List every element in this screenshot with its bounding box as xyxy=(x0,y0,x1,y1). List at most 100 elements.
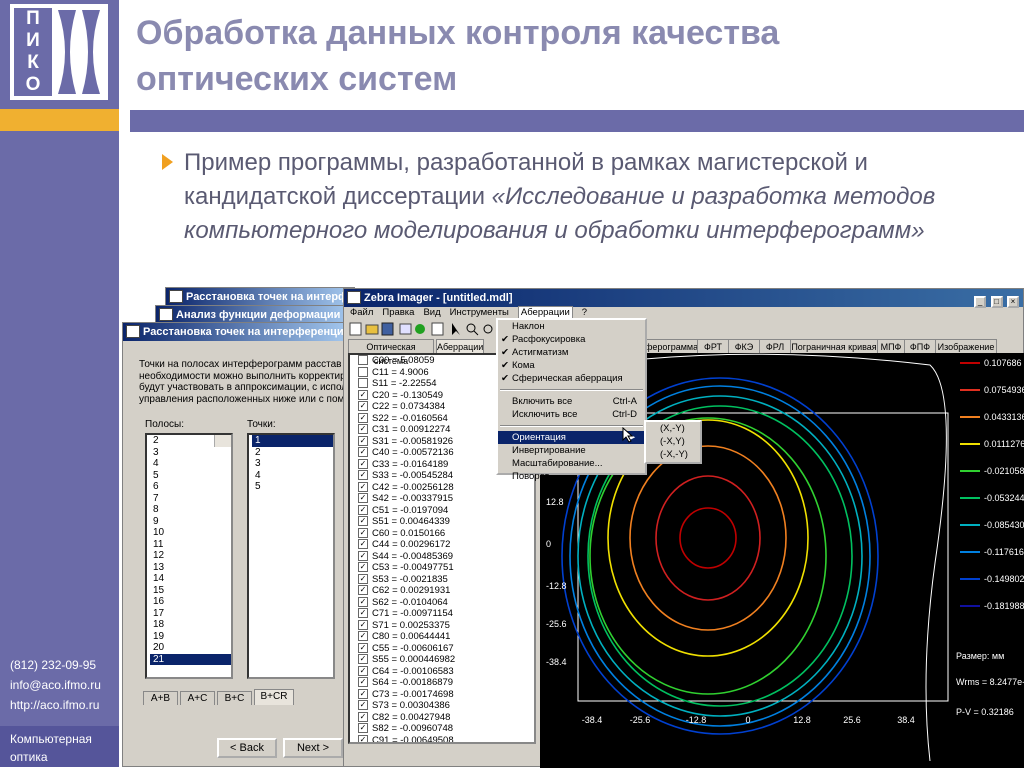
coefficient-checkbox[interactable]: ✓ xyxy=(358,688,368,699)
coefficient-row[interactable]: ✓ C91 = -0.00649508 xyxy=(353,735,534,742)
menu-3[interactable]: Инструменты xyxy=(450,307,509,318)
stripes-listbox[interactable]: 2 3 4 5 6 7 8 9 10 11 12 13 14 15 16 17 18 19 20 21 xyxy=(145,433,233,679)
coefficient-row[interactable]: ✓ C60 = 0.0150166 xyxy=(353,528,534,540)
stripes-scrollbar[interactable] xyxy=(214,435,231,447)
menu-5[interactable]: ? xyxy=(582,307,587,318)
menu-0[interactable]: Файл xyxy=(350,307,373,318)
plot-tab[interactable]: ФРТ xyxy=(697,339,729,354)
coefficient-checkbox[interactable]: ✓ xyxy=(358,573,368,584)
menu-enable-all[interactable]: Включить все Ctrl-A xyxy=(498,395,645,408)
coefficient-checkbox[interactable]: ✓ xyxy=(358,608,368,619)
stripe-item[interactable]: 19 xyxy=(150,631,231,643)
menu-aberration-item[interactable]: ✔ Кома xyxy=(498,359,645,372)
wizard-tab[interactable]: B+CR xyxy=(254,689,294,705)
coefficient-row[interactable]: ✓ S82 = -0.00960748 xyxy=(353,723,534,735)
left-panel-tab[interactable]: Оптическая система xyxy=(348,339,434,366)
coefficient-row[interactable]: ✓ S73 = 0.00304386 xyxy=(353,700,534,712)
stripe-item[interactable]: 13 xyxy=(150,562,231,574)
menu-inversion[interactable]: Инвертирование xyxy=(498,444,645,457)
menu-disable-all[interactable]: Исключить все Ctrl-D xyxy=(498,408,645,421)
coefficient-row[interactable]: ✓ C82 = 0.00427948 xyxy=(353,712,534,724)
coefficient-row[interactable]: ✓ S51 = 0.00464339 xyxy=(353,516,534,528)
maximize-icon[interactable]: □ xyxy=(990,296,1003,308)
coefficient-checkbox[interactable]: ✓ xyxy=(358,458,368,469)
point-item[interactable]: 4 xyxy=(252,470,333,482)
stripe-item[interactable]: 8 xyxy=(150,504,231,516)
coefficient-row[interactable]: ✓ C51 = -0.0197094 xyxy=(353,505,534,517)
stripe-item[interactable]: 11 xyxy=(150,539,231,551)
menu-aberration-item[interactable]: ✔ Астигматизм xyxy=(498,346,645,359)
wizard-tab[interactable]: A+C xyxy=(180,691,215,705)
coefficient-row[interactable]: ✓ C55 = -0.00606167 xyxy=(353,643,534,655)
stripe-item[interactable]: 3 xyxy=(150,447,231,459)
coefficient-checkbox[interactable]: ✓ xyxy=(358,504,368,515)
point-item[interactable]: 2 xyxy=(252,447,333,459)
orientation-option[interactable]: (-X,Y) xyxy=(646,435,700,448)
coefficient-checkbox[interactable] xyxy=(358,355,368,366)
contact-url[interactable]: http://aco.ifmo.ru xyxy=(10,695,101,715)
coefficient-checkbox[interactable]: ✓ xyxy=(358,550,368,561)
menu-aberration-item[interactable]: ✔ Расфокусировка xyxy=(498,333,645,346)
coefficient-row[interactable]: ✓ C64 = -0.00106583 xyxy=(353,666,534,678)
wizard-tab[interactable]: A+B xyxy=(143,691,178,705)
stripe-item[interactable]: 20 xyxy=(150,642,231,654)
coefficient-checkbox[interactable]: ✓ xyxy=(358,539,368,550)
coefficient-checkbox[interactable]: ✓ xyxy=(358,700,368,711)
contact-email[interactable]: info@aco.ifmo.ru xyxy=(10,675,101,695)
plot-tab[interactable]: ФКЭ xyxy=(728,339,760,354)
zebra-title[interactable]: Zebra Imager - [untitled.mdl] xyxy=(344,289,1023,307)
orientation-option[interactable]: (X,-Y) xyxy=(646,422,700,435)
coefficient-row[interactable]: ✓ C53 = -0.00497751 xyxy=(353,562,534,574)
stripe-item[interactable]: 4 xyxy=(150,458,231,470)
coefficient-checkbox[interactable] xyxy=(358,378,368,389)
coefficient-checkbox[interactable]: ✓ xyxy=(358,723,368,734)
coefficient-checkbox[interactable]: ✓ xyxy=(358,424,368,435)
point-item[interactable]: 3 xyxy=(252,458,333,470)
coefficient-checkbox[interactable]: ✓ xyxy=(358,447,368,458)
coefficient-checkbox[interactable]: ✓ xyxy=(358,711,368,722)
next-button[interactable]: Next > xyxy=(283,738,343,758)
coefficient-checkbox[interactable]: ✓ xyxy=(358,493,368,504)
menu-aberration-item[interactable]: Наклон xyxy=(498,320,645,333)
coefficient-row[interactable]: ✓ S55 = 0.000446982 xyxy=(353,654,534,666)
left-panel-tab[interactable]: Аберрации xyxy=(436,339,484,353)
menu-scaling[interactable]: Масштабирование... xyxy=(498,457,645,470)
coefficient-checkbox[interactable]: ✓ xyxy=(358,470,368,481)
plot-tab[interactable]: МПФ xyxy=(877,339,905,354)
coefficient-checkbox[interactable]: ✓ xyxy=(358,585,368,596)
coefficient-row[interactable]: ✓ S42 = -0.00337915 xyxy=(353,493,534,505)
coefficient-row[interactable]: ✓ S62 = -0.0104064 xyxy=(353,597,534,609)
stripe-item[interactable]: 21 xyxy=(150,653,231,665)
stripe-item[interactable]: 10 xyxy=(150,527,231,539)
coefficient-checkbox[interactable]: ✓ xyxy=(358,619,368,630)
coefficient-row[interactable]: ✓ C44 = 0.00296172 xyxy=(353,539,534,551)
stripe-item[interactable]: 6 xyxy=(150,481,231,493)
coefficient-checkbox[interactable]: ✓ xyxy=(358,677,368,688)
wizard-tab[interactable]: B+C xyxy=(217,691,252,705)
plot-tab[interactable]: Изображение xyxy=(935,339,997,354)
point-item[interactable]: 1 xyxy=(252,435,333,447)
stripe-item[interactable]: 15 xyxy=(150,585,231,597)
coefficient-row[interactable]: ✓ C62 = 0.00291931 xyxy=(353,585,534,597)
coefficient-checkbox[interactable]: ✓ xyxy=(358,435,368,446)
coefficient-checkbox[interactable]: ✓ xyxy=(358,401,368,412)
menu-2[interactable]: Вид xyxy=(423,307,440,318)
close-icon[interactable]: × xyxy=(1007,296,1019,308)
coefficient-checkbox[interactable] xyxy=(358,366,368,377)
coefficient-checkbox[interactable]: ✓ xyxy=(358,562,368,573)
coefficient-checkbox[interactable]: ✓ xyxy=(358,516,368,527)
coefficient-row[interactable]: ✓ C73 = -0.00174698 xyxy=(353,689,534,701)
stripe-item[interactable]: 14 xyxy=(150,573,231,585)
stripe-item[interactable]: 7 xyxy=(150,493,231,505)
coefficient-checkbox[interactable]: ✓ xyxy=(358,412,368,423)
coefficient-checkbox[interactable]: ✓ xyxy=(358,665,368,676)
coefficient-checkbox[interactable]: ✓ xyxy=(358,654,368,665)
stripe-item[interactable]: 5 xyxy=(150,470,231,482)
menu-1[interactable]: Правка xyxy=(382,307,414,318)
coefficient-checkbox[interactable]: ✓ xyxy=(358,596,368,607)
orientation-option[interactable]: (-X,-Y) xyxy=(646,448,700,461)
plot-tab[interactable]: ФРЛ xyxy=(759,339,791,354)
coefficient-row[interactable]: ✓ C71 = -0.00971154 xyxy=(353,608,534,620)
coefficient-checkbox[interactable]: ✓ xyxy=(358,481,368,492)
back-button[interactable]: < Back xyxy=(217,738,277,758)
